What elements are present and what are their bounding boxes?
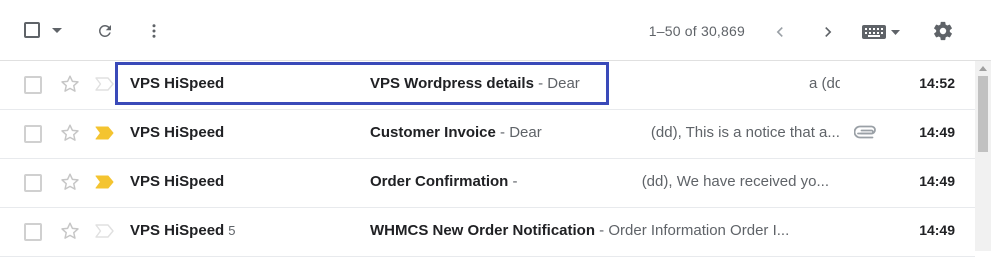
- email-snippet-start: - Dear: [533, 75, 584, 92]
- email-time: 14:49: [919, 222, 955, 238]
- email-row[interactable]: VPS HiSpeed Customer Invoice - Dear xxxx…: [0, 110, 975, 159]
- email-sender: VPS HiSpeed: [130, 173, 224, 190]
- email-subject-line: Order Confirmation - xxxxxxxxxxxxxxxx(dd…: [370, 173, 840, 190]
- sender-name: VPS HiSpeed: [130, 222, 225, 239]
- email-subject-line: VPS Wordpress details - Dear xxxxxxxxxxx…: [370, 75, 840, 92]
- email-snippet-start: -: [508, 173, 522, 190]
- more-vert-icon[interactable]: [145, 21, 163, 41]
- email-list: VPS HiSpeed VPS Wordpress details - Dear…: [0, 61, 975, 257]
- email-snippet-end: (dd), We have received yo...: [641, 173, 829, 190]
- email-sender: VPS HiSpeed: [130, 75, 224, 92]
- gear-icon[interactable]: [932, 20, 954, 42]
- email-subject: Order Confirmation: [370, 173, 509, 190]
- keyboard-icon[interactable]: [860, 22, 904, 42]
- email-subject: WHMCS New Order Notification: [370, 222, 596, 239]
- toolbar: 1–50 of 30,869: [0, 0, 991, 60]
- email-snippet-start: - Order Information Order I...: [595, 222, 790, 239]
- scroll-up-arrow-icon[interactable]: [979, 66, 987, 71]
- redacted-area: xxxxxxxxxxxxxx: [545, 124, 651, 141]
- email-row[interactable]: VPS HiSpeed Order Confirmation - xxxxxxx…: [0, 159, 975, 208]
- email-subject-line: WHMCS New Order Notification - Order Inf…: [370, 222, 840, 239]
- important-marker-icon[interactable]: [95, 77, 115, 91]
- select-all-checkbox-icon[interactable]: [24, 22, 40, 38]
- email-snippet-end: (dd), This is a notice that a...: [650, 124, 840, 141]
- email-row[interactable]: VPS HiSpeed VPS Wordpress details - Dear…: [0, 61, 975, 110]
- chevron-left-icon[interactable]: [770, 22, 790, 42]
- row-checkbox-icon[interactable]: [24, 223, 42, 241]
- pagination-range[interactable]: 1–50 of 30,869: [649, 23, 745, 39]
- sender-name: VPS HiSpeed: [130, 124, 225, 141]
- scrollbar-thumb[interactable]: [978, 76, 988, 152]
- row-checkbox-icon[interactable]: [24, 125, 42, 143]
- star-outline-icon[interactable]: [59, 220, 81, 242]
- email-time: 14:52: [919, 75, 955, 91]
- important-marker-icon[interactable]: [95, 126, 115, 140]
- email-subject: Customer Invoice: [370, 124, 496, 141]
- redacted-area: xxxxxxxxxxxxxxxxxxxxxxxxxxxxxx: [583, 75, 809, 92]
- chevron-right-icon[interactable]: [818, 22, 838, 42]
- important-marker-icon[interactable]: [95, 224, 115, 238]
- paperclip-icon[interactable]: [854, 125, 880, 141]
- thread-count: 5: [228, 223, 236, 238]
- email-time: 14:49: [919, 173, 955, 189]
- row-checkbox-icon[interactable]: [24, 76, 42, 94]
- email-snippet-end: a (dd), Thank y...: [808, 75, 840, 92]
- important-marker-icon[interactable]: [95, 175, 115, 189]
- email-sender: VPS HiSpeed 5: [130, 222, 235, 239]
- sender-name: VPS HiSpeed: [130, 75, 225, 92]
- row-checkbox-icon[interactable]: [24, 174, 42, 192]
- email-snippet-start: - Dear: [495, 124, 546, 141]
- redacted-area: xxxxxxxxxxxxxxxx: [521, 173, 642, 190]
- star-outline-icon[interactable]: [59, 73, 81, 95]
- email-time: 14:49: [919, 124, 955, 140]
- email-subject: VPS Wordpress details: [370, 75, 534, 92]
- email-row[interactable]: VPS HiSpeed 5 WHMCS New Order Notificatio…: [0, 208, 975, 257]
- star-outline-icon[interactable]: [59, 122, 81, 144]
- refresh-icon[interactable]: [96, 22, 114, 40]
- email-subject-line: Customer Invoice - Dear xxxxxxxxxxxxxx(d…: [370, 124, 850, 141]
- star-outline-icon[interactable]: [59, 171, 81, 193]
- select-menu-caret-icon[interactable]: [52, 28, 62, 33]
- email-sender: VPS HiSpeed: [130, 124, 224, 141]
- sender-name: VPS HiSpeed: [130, 173, 225, 190]
